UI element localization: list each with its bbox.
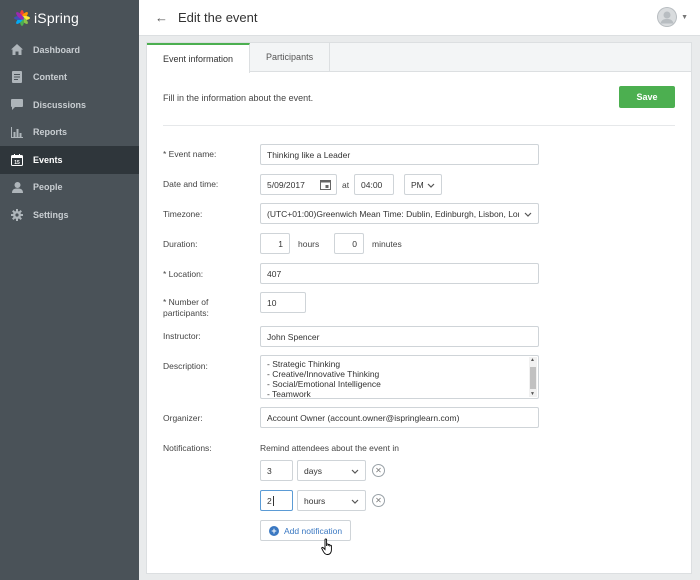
remove-notification-icon[interactable]: ✕ xyxy=(372,464,385,477)
ispring-logo-icon xyxy=(14,10,30,26)
minutes-field[interactable]: 0 xyxy=(334,233,364,254)
sidebar-item-reports[interactable]: Reports xyxy=(0,119,139,147)
sidebar-item-label: Settings xyxy=(33,209,69,220)
hours-field[interactable]: 1 xyxy=(260,233,290,254)
notification-unit-select[interactable]: days xyxy=(297,460,366,481)
sidebar-item-settings[interactable]: Settings xyxy=(0,201,139,229)
add-notification-button[interactable]: + Add notification xyxy=(260,520,352,541)
sidebar-item-dashboard[interactable]: Dashboard xyxy=(0,36,139,64)
back-arrow-icon[interactable]: ← xyxy=(155,10,168,25)
calendar-picker-icon[interactable] xyxy=(320,179,331,192)
date-value: 5/09/2017 xyxy=(267,179,305,190)
timezone-value: (UTC+01:00)Greenwich Mean Time: Dublin, … xyxy=(267,208,519,219)
sidebar-item-discussions[interactable]: Discussions xyxy=(0,91,139,119)
top-header: ← Edit the event ▼ xyxy=(139,0,700,36)
sidebar-item-label: People xyxy=(33,182,63,193)
sidebar-item-people[interactable]: People xyxy=(0,174,139,202)
sidebar-item-events[interactable]: 15 Events xyxy=(0,146,139,174)
description-line: - Strategic Thinking xyxy=(267,359,341,369)
plus-icon: + xyxy=(269,525,279,536)
notification-unit-value: hours xyxy=(304,495,326,506)
participants-label-line2: participants: xyxy=(163,308,209,318)
event-form-card: Event information Participants Fill in t… xyxy=(146,42,692,574)
page-title: Edit the event xyxy=(178,10,258,25)
event-name-label: * Event name: xyxy=(163,149,217,159)
minutes-text: minutes xyxy=(372,239,402,249)
text-caret xyxy=(272,495,274,506)
description-line: - Teamwork xyxy=(267,389,311,399)
organizer-label: Organizer: xyxy=(163,413,203,423)
participants-field[interactable]: 10 xyxy=(260,292,306,313)
chevron-down-icon xyxy=(522,210,532,220)
description-label: Description: xyxy=(163,361,208,371)
scrollbar[interactable]: ▲ ▼ xyxy=(529,357,537,397)
sidebar-item-label: Events xyxy=(33,154,63,165)
scroll-down-icon[interactable]: ▼ xyxy=(530,391,535,397)
participants-label: * Number of participants: xyxy=(163,297,209,319)
logo[interactable]: iSpring xyxy=(0,0,139,36)
tab-participants[interactable]: Participants xyxy=(250,43,331,71)
duration-label: Duration: xyxy=(163,239,198,249)
sidebar-item-content[interactable]: Content xyxy=(0,64,139,92)
notification-unit-select[interactable]: hours xyxy=(297,490,366,511)
person-icon xyxy=(11,181,23,193)
location-field[interactable]: 407 xyxy=(260,263,539,284)
save-button[interactable]: Save xyxy=(619,86,675,108)
time-field[interactable]: 04:00 xyxy=(354,174,394,195)
logo-text: iSpring xyxy=(34,10,79,26)
sidebar: iSpring Dashboard Content Discussions Re… xyxy=(0,0,139,580)
notification-value-field[interactable]: 2 xyxy=(260,490,293,511)
chevron-down-icon: ▼ xyxy=(681,13,688,21)
description-line: - Social/Emotional Intelligence xyxy=(267,379,381,389)
location-label: * Location: xyxy=(163,269,204,279)
notification-value: 2 xyxy=(267,495,272,506)
gear-icon xyxy=(11,208,23,221)
sidebar-item-label: Dashboard xyxy=(33,44,81,55)
timezone-select[interactable]: (UTC+01:00)Greenwich Mean Time: Dublin, … xyxy=(260,203,539,224)
scroll-up-icon[interactable]: ▲ xyxy=(530,357,535,363)
tab-bar: Event information Participants xyxy=(147,43,691,73)
ampm-value: PM xyxy=(411,179,424,190)
sidebar-item-label: Discussions xyxy=(33,99,87,110)
description-line: - Creative/Innovative Thinking xyxy=(267,369,380,379)
avatar xyxy=(657,7,678,27)
chart-icon xyxy=(11,126,23,138)
sidebar-item-label: Content xyxy=(33,72,67,83)
chevron-down-icon xyxy=(351,467,359,477)
tab-event-information[interactable]: Event information xyxy=(147,43,251,73)
date-field[interactable]: 5/09/2017 xyxy=(260,174,337,195)
user-menu[interactable]: ▼ xyxy=(657,7,688,27)
instructor-field[interactable]: John Spencer xyxy=(260,326,539,347)
chevron-down-icon xyxy=(351,497,359,507)
divider xyxy=(163,125,675,126)
remove-notification-icon[interactable]: ✕ xyxy=(372,494,385,507)
chevron-down-icon xyxy=(427,181,435,191)
notification-value-field[interactable]: 3 xyxy=(260,460,293,481)
participants-label-line1: * Number of xyxy=(163,297,209,307)
event-name-field[interactable]: Thinking like a Leader xyxy=(260,144,539,165)
date-time-label: Date and time: xyxy=(163,179,219,189)
scrollbar-thumb[interactable] xyxy=(530,367,536,389)
hand-cursor-icon xyxy=(321,538,335,558)
home-icon xyxy=(11,44,23,56)
at-text: at xyxy=(342,180,350,190)
chat-icon xyxy=(11,99,23,111)
notification-unit-value: days xyxy=(304,465,322,476)
notifications-hint: Remind attendees about the event in xyxy=(260,443,399,453)
form-intro: Fill in the information about the event. xyxy=(163,93,314,103)
notifications-label: Notifications: xyxy=(163,443,212,453)
description-textarea[interactable]: - Strategic Thinking - Creative/Innovati… xyxy=(260,355,539,399)
content-icon xyxy=(11,71,23,84)
timezone-label: Timezone: xyxy=(163,209,203,219)
instructor-label: Instructor: xyxy=(163,331,201,341)
hours-text: hours xyxy=(298,239,320,249)
organizer-field[interactable]: Account Owner (account.owner@ispringlear… xyxy=(260,407,539,428)
add-notification-label: Add notification xyxy=(284,525,343,536)
calendar-icon: 15 xyxy=(11,153,23,166)
ampm-select[interactable]: PM xyxy=(404,174,442,195)
svg-text:15: 15 xyxy=(14,160,20,166)
sidebar-item-label: Reports xyxy=(33,127,68,138)
